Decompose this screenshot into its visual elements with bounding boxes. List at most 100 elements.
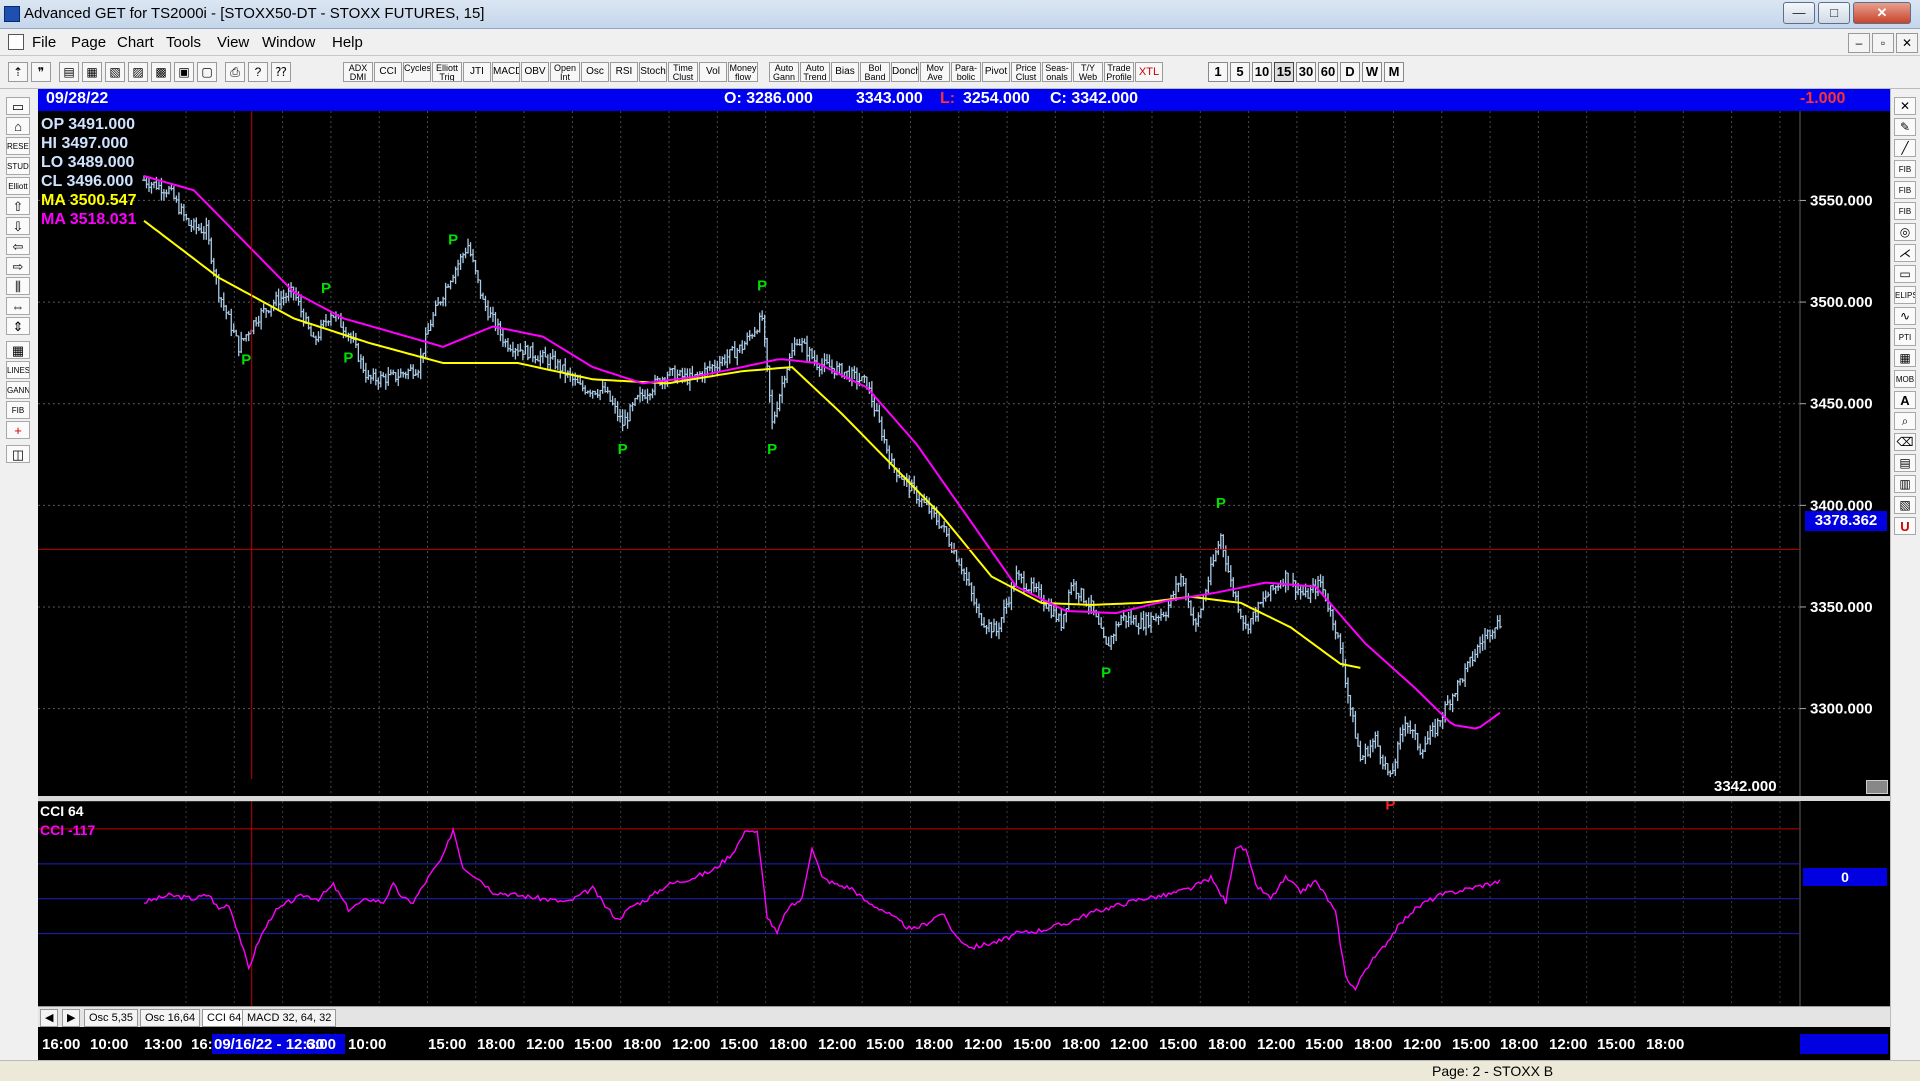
mdi-restore-icon[interactable]: ▫ <box>1872 33 1894 53</box>
study-button-elliott-trig[interactable]: Elliott Trig <box>432 62 462 82</box>
study-button-trade-profile[interactable]: Trade Profile <box>1104 62 1134 82</box>
study-button-money-flow[interactable]: Money flow <box>728 62 758 82</box>
open-chart-icon[interactable]: ▭ <box>6 97 30 115</box>
fib-ret-icon[interactable]: FIB RET <box>1894 160 1916 178</box>
chart-window[interactable]: 3550.000 3500.000 3450.000 3400.000 3350.000… <box>38 89 1890 1072</box>
circle-icon[interactable]: ◎ <box>1894 223 1916 241</box>
study-icon[interactable]: STUDY <box>6 157 30 175</box>
study-button-seas-onals[interactable]: Seas- onals <box>1042 62 1072 82</box>
ellipse-icon[interactable]: ELIPS <box>1894 286 1916 304</box>
study-button-donch[interactable]: Donch <box>891 62 919 82</box>
help-icon[interactable]: ? <box>248 62 268 82</box>
fib-time-icon[interactable]: FIB TIME <box>1894 202 1916 220</box>
pointer-icon[interactable]: ⇡ <box>8 62 28 82</box>
study-button-xtl[interactable]: XTL <box>1135 62 1163 82</box>
minimize-button[interactable]: — <box>1783 2 1815 24</box>
menu-view[interactable]: View <box>217 34 249 51</box>
pencil-icon[interactable]: ✎ <box>1894 118 1916 136</box>
price-chart[interactable]: 3550.0003500.0003450.0003400.0003350.000… <box>38 89 1890 1072</box>
line-icon[interactable]: ╱ <box>1894 139 1916 157</box>
elliott-icon[interactable]: Elliott <box>6 177 30 195</box>
study-button-mov-ave[interactable]: Mov Ave <box>920 62 950 82</box>
menu-file[interactable]: File <box>32 34 56 51</box>
period-button-60[interactable]: 60 <box>1318 62 1338 82</box>
lines-icon[interactable]: LINES <box>6 361 30 379</box>
copy-icon[interactable]: ▨ <box>128 62 148 82</box>
close-button[interactable]: ✕ <box>1853 2 1911 24</box>
study-button-price-clust[interactable]: Price Clust <box>1011 62 1041 82</box>
study-button-open-int[interactable]: Open Int <box>550 62 580 82</box>
close-all-icon[interactable]: ▢ <box>197 62 217 82</box>
table-icon[interactable]: ▦ <box>1894 349 1916 367</box>
period-button-d[interactable]: D <box>1340 62 1360 82</box>
study-button-cycles[interactable]: Cycles <box>403 62 431 82</box>
scale-icon[interactable] <box>1866 780 1888 794</box>
mdi-close-icon[interactable]: ✕ <box>1896 33 1918 53</box>
fib-icon[interactable]: FIB <box>6 401 30 419</box>
study-button-obv[interactable]: OBV <box>521 62 549 82</box>
period-button-5[interactable]: 5 <box>1230 62 1250 82</box>
arrow-down-icon[interactable]: ⇩ <box>6 217 30 235</box>
mdi-minimize-icon[interactable]: – <box>1848 33 1870 53</box>
compress-icon[interactable]: ⇔ <box>6 297 30 315</box>
pane-splitter[interactable] <box>38 796 1890 801</box>
print-icon[interactable]: ⎙ <box>225 62 245 82</box>
new-icon[interactable]: ▤ <box>59 62 79 82</box>
study-button-jti[interactable]: JTI <box>463 62 491 82</box>
tab-osc-16-64[interactable]: Osc 16,64 <box>140 1009 201 1027</box>
study-button-osc[interactable]: Osc <box>581 62 609 82</box>
bars-icon[interactable]: ⫼ <box>6 277 30 295</box>
eraser-icon[interactable]: ⌫ <box>1894 433 1916 451</box>
study-button-t-y-web[interactable]: T/Y Web <box>1073 62 1103 82</box>
menu-chart[interactable]: Chart <box>117 34 154 51</box>
study-button-rsi[interactable]: RSI <box>610 62 638 82</box>
mob-icon[interactable]: MOB <box>1894 370 1916 388</box>
arrow-right-icon[interactable]: ⇨ <box>6 257 30 275</box>
tab-macd[interactable]: MACD 32, 64, 32 <box>242 1009 337 1027</box>
crosshair-icon[interactable]: + <box>6 421 30 439</box>
menu-help[interactable]: Help <box>332 34 363 51</box>
menu-page[interactable]: Page <box>71 34 106 51</box>
quote-icon[interactable]: ❞ <box>31 62 51 82</box>
camera-icon[interactable]: ◫ <box>6 445 30 463</box>
study-button-cci[interactable]: CCI <box>374 62 402 82</box>
document-icon[interactable] <box>8 34 24 50</box>
study-button-adx-dmi[interactable]: ADX DMI <box>343 62 373 82</box>
fan-icon[interactable]: ⋌ <box>1894 244 1916 262</box>
open-icon[interactable]: ▦ <box>82 62 102 82</box>
period-button-w[interactable]: W <box>1362 62 1382 82</box>
period-button-10[interactable]: 10 <box>1252 62 1272 82</box>
period-button-1[interactable]: 1 <box>1208 62 1228 82</box>
period-button-30[interactable]: 30 <box>1296 62 1316 82</box>
maximize-button[interactable]: □ <box>1818 2 1850 24</box>
study-button-para-bolic[interactable]: Para- bolic <box>951 62 981 82</box>
study-button-macd[interactable]: MACD <box>492 62 520 82</box>
study-button-auto-trend[interactable]: Auto Trend <box>800 62 830 82</box>
study-button-bol-band[interactable]: Bol Band <box>860 62 890 82</box>
tile-icon[interactable]: ▩ <box>151 62 171 82</box>
symbols-icon[interactable]: ⌂ <box>6 117 30 135</box>
zoom-icon[interactable]: ⌕ <box>1894 412 1916 430</box>
period-button-15[interactable]: 15 <box>1274 62 1294 82</box>
arrow-left-icon[interactable]: ⇦ <box>6 237 30 255</box>
tab-osc-5-35[interactable]: Osc 5,35 <box>84 1009 139 1027</box>
ruler-icon[interactable]: ▤ <box>1894 454 1916 472</box>
wave-icon[interactable]: ∿ <box>1894 307 1916 325</box>
cascade-icon[interactable]: ▣ <box>174 62 194 82</box>
study-button-stoch[interactable]: Stoch <box>639 62 667 82</box>
fib-ext-icon[interactable]: FIB EXT <box>1894 181 1916 199</box>
whats-this-icon[interactable]: ⁇ <box>271 62 291 82</box>
period-button-m[interactable]: M <box>1384 62 1404 82</box>
u-icon[interactable]: U <box>1894 517 1916 535</box>
grid-icon[interactable]: ▦ <box>6 341 30 359</box>
menu-tools[interactable]: Tools <box>166 34 201 51</box>
gann-icon[interactable]: GANN <box>6 381 30 399</box>
pti-icon[interactable]: PTI <box>1894 328 1916 346</box>
study-button-time-clust[interactable]: Time Clust <box>668 62 698 82</box>
calendar-icon[interactable]: ▥ <box>1894 475 1916 493</box>
close-icon[interactable]: ✕ <box>1894 97 1916 115</box>
text-icon[interactable]: A <box>1894 391 1916 409</box>
study-button-pivot[interactable]: Pivot <box>982 62 1010 82</box>
menu-window[interactable]: Window <box>262 34 315 51</box>
rectangle-icon[interactable]: ▭ <box>1894 265 1916 283</box>
